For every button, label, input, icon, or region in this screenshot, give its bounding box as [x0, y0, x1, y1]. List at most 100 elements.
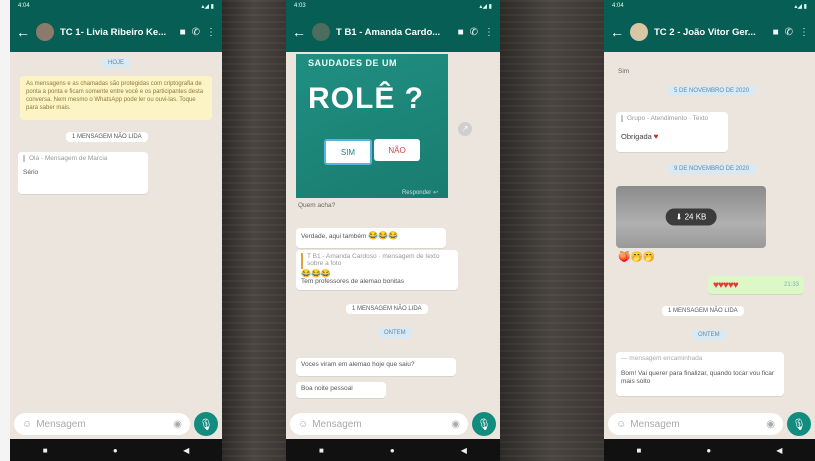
back-arrow-icon[interactable]: ←: [292, 25, 306, 39]
message-text: Voces viram em alemao hoje que saiu?: [301, 361, 415, 368]
recent-apps-icon[interactable]: ■: [319, 446, 324, 455]
poll-footer: Responder ↩: [401, 190, 438, 196]
mic-button[interactable]: 🎙: [787, 412, 811, 436]
status-bar: 4:03 ▴◢ ▮: [286, 0, 500, 12]
android-nav-bar: ■ ● ◀: [10, 439, 222, 461]
input-bar: ☺ Mensagem ◉ 🎙: [10, 409, 222, 439]
message-time: 21:33: [783, 282, 799, 288]
camera-icon[interactable]: ◉: [173, 419, 182, 430]
home-icon[interactable]: ●: [706, 446, 711, 455]
phone-chat-3: 4:04 ▴◢ ▮ ← TC 2 - João Vitor Ger... ■ ✆…: [604, 0, 815, 461]
avatar[interactable]: [630, 23, 648, 41]
date-pill: HOJE: [102, 58, 131, 68]
back-nav-icon[interactable]: ◀: [183, 446, 189, 455]
home-icon[interactable]: ●: [113, 446, 118, 455]
message-text: Boa noite pessoal: [301, 385, 353, 392]
video-message[interactable]: ⬇ 24 KB: [616, 186, 766, 248]
chat-header: ← TC 2 - João Vitor Ger... ■ ✆ ⋮: [604, 12, 815, 52]
poll-no-option[interactable]: NÃO: [374, 139, 420, 161]
more-options-icon[interactable]: ⋮: [484, 27, 494, 38]
message-text: Sim: [618, 68, 630, 75]
phone-chat-2: 4:03 ▴◢ ▮ ← T B1 - Amanda Cardo... ■ ✆ ⋮…: [286, 0, 500, 461]
chat-area: HOJE As mensagens e as chamadas são prot…: [10, 52, 222, 423]
hearts-emoji: ♥♥♥♥♥: [713, 279, 739, 291]
avatar[interactable]: [36, 23, 54, 41]
poll-yes-option[interactable]: SIM: [324, 139, 372, 165]
more-options-icon[interactable]: ⋮: [206, 27, 216, 38]
message-text: Sério: [23, 169, 39, 176]
message-bubble: Voces viram em alemao hoje que saiu?: [296, 358, 456, 376]
input-placeholder: Mensagem: [312, 418, 362, 430]
input-placeholder: Mensagem: [36, 418, 86, 430]
camera-icon[interactable]: ◉: [451, 419, 460, 430]
quoted-message: Olá - Mensagem de Marcia: [23, 155, 143, 162]
android-nav-bar: ■ ● ◀: [604, 439, 815, 461]
status-time: 4:04: [18, 3, 30, 9]
android-nav-bar: ■ ● ◀: [286, 439, 500, 461]
status-icons: ▴◢ ▮: [794, 3, 807, 10]
recent-apps-icon[interactable]: ■: [637, 446, 642, 455]
video-call-icon[interactable]: ■: [180, 27, 186, 38]
chat-title[interactable]: T B1 - Amanda Cardo...: [336, 27, 452, 38]
back-arrow-icon[interactable]: ←: [610, 25, 624, 39]
quoted-message: T B1 - Amanda Cardoso · mensagem de text…: [301, 253, 453, 269]
share-icon[interactable]: ↗: [458, 122, 472, 136]
chat-header: ← TC 1- Livia Ribeiro Ke... ■ ✆ ⋮: [10, 12, 222, 52]
divider-left: [222, 0, 286, 461]
mic-button[interactable]: 🎙: [194, 412, 218, 436]
emoji-icon[interactable]: ☺: [298, 419, 308, 430]
date-pill: ONTEM: [692, 330, 726, 340]
message-text: Verdade, aqui também: [301, 233, 367, 240]
back-arrow-icon[interactable]: ←: [16, 25, 30, 39]
encryption-notice[interactable]: As mensagens e as chamadas são protegida…: [20, 76, 212, 120]
chat-title[interactable]: TC 1- Livia Ribeiro Ke...: [60, 27, 174, 38]
emoji-icon[interactable]: ☺: [22, 419, 32, 430]
poll-image[interactable]: SAUDADES DE UM ROLÊ ? SIM NÃO Responder …: [296, 54, 448, 198]
input-bar: ☺ Mensagem ◉ 🎙: [286, 409, 500, 439]
camera-icon[interactable]: ◉: [766, 419, 775, 430]
date-pill: 9 DE NOVEMBRO DE 2020: [668, 164, 756, 174]
status-bar: 4:04 ▴◢ ▮: [604, 0, 815, 12]
screenshot-collage: 4:04 ▴◢ ▮ ← TC 1- Livia Ribeiro Ke... ■ …: [0, 0, 815, 461]
message-input[interactable]: ☺ Mensagem ◉: [14, 413, 190, 435]
message-text: Tem professores de alemao bonitas: [301, 278, 404, 285]
input-bar: ☺ Mensagem ◉ 🎙: [604, 409, 815, 439]
video-download-button[interactable]: ⬇ 24 KB: [665, 208, 717, 226]
avatar[interactable]: [312, 23, 330, 41]
input-placeholder: Mensagem: [630, 418, 680, 430]
status-icons: ▴◢ ▮: [479, 3, 492, 10]
emoji-reaction-row: 🍑🤭🤭: [618, 252, 656, 263]
divider-right: [500, 0, 604, 461]
chat-title[interactable]: TC 2 - João Vitor Ger...: [654, 27, 767, 38]
phone-call-icon[interactable]: ✆: [192, 27, 200, 38]
quoted-message: — mensagem encaminhada: [621, 355, 703, 362]
message-input[interactable]: ☺ Mensagem ◉: [608, 413, 783, 435]
back-nav-icon[interactable]: ◀: [776, 446, 782, 455]
heart-emoji: ♥: [653, 132, 659, 141]
mic-button[interactable]: 🎙: [472, 412, 496, 436]
video-call-icon[interactable]: ■: [773, 27, 779, 38]
home-icon[interactable]: ●: [390, 446, 395, 455]
date-pill: ONTEM: [378, 328, 412, 338]
message-bubble: Olá - Mensagem de Marcia Sério: [18, 152, 148, 194]
phone-call-icon[interactable]: ✆: [785, 27, 793, 38]
phone-call-icon[interactable]: ✆: [470, 27, 478, 38]
video-call-icon[interactable]: ■: [458, 27, 464, 38]
message-text: Quem acha?: [298, 202, 336, 209]
quoted-message: Grupo - Atendimento · Texto: [621, 115, 723, 122]
message-bubble: Grupo - Atendimento · Texto Obrigada ♥: [616, 112, 728, 152]
message-input[interactable]: ☺ Mensagem ◉: [290, 413, 468, 435]
recent-apps-icon[interactable]: ■: [43, 446, 48, 455]
unread-banner: 1 MENSAGEM NÃO LIDA: [66, 132, 148, 142]
message-bubble: Boa noite pessoal: [296, 382, 386, 398]
date-pill: 5 DE NOVEMBRO DE 2020: [668, 86, 756, 96]
unread-banner: 1 MENSAGEM NÃO LIDA: [662, 306, 744, 316]
status-time: 4:03: [294, 3, 306, 9]
back-nav-icon[interactable]: ◀: [461, 446, 467, 455]
more-options-icon[interactable]: ⋮: [799, 27, 809, 38]
emoji-icon[interactable]: ☺: [616, 419, 626, 430]
message-bubble: Verdade, aqui também 😂😂😂: [296, 228, 446, 248]
phone-chat-1: 4:04 ▴◢ ▮ ← TC 1- Livia Ribeiro Ke... ■ …: [10, 0, 222, 461]
emoji-run: 😂😂😂: [368, 231, 399, 240]
poll-heading: SAUDADES DE UM: [308, 58, 398, 68]
